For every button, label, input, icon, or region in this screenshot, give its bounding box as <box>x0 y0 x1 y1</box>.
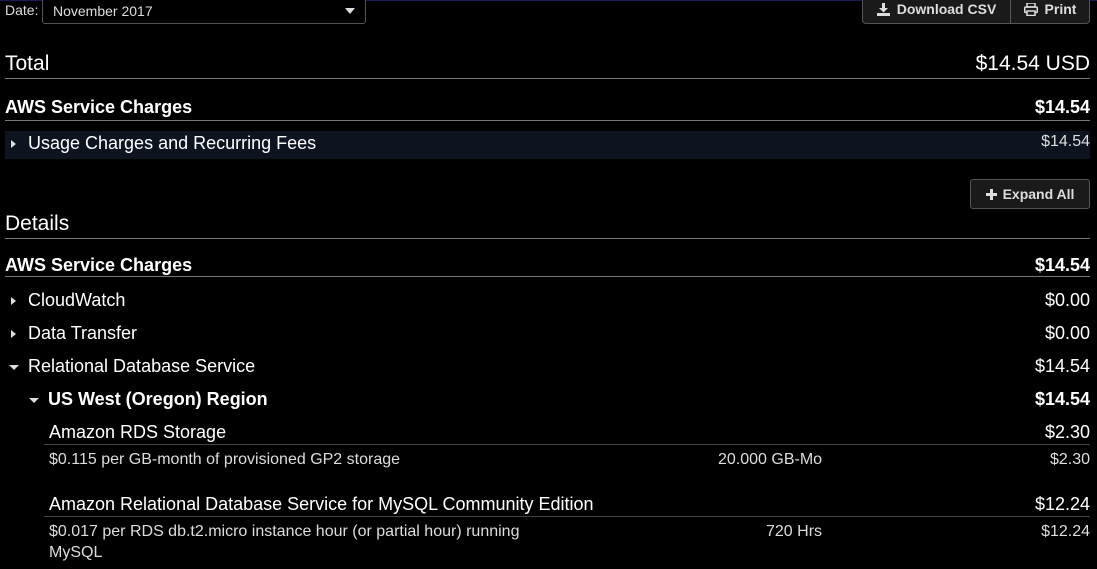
item-row-rds-mysql: Amazon Relational Database Service for M… <box>5 494 1090 516</box>
line-item-amount: $2.30 <box>1049 451 1090 468</box>
region-label: US West (Oregon) Region <box>48 389 268 409</box>
divider <box>5 238 1090 239</box>
item-amount: $2.30 <box>1044 422 1090 442</box>
item-label: Amazon RDS Storage <box>49 422 227 442</box>
download-icon <box>876 2 890 16</box>
divider <box>44 444 1090 445</box>
total-title: Total <box>5 52 50 75</box>
summary-service-amount: $14.54 <box>1034 97 1090 117</box>
service-row-cloudwatch[interactable]: CloudWatch $0.00 <box>5 290 1090 312</box>
print-button[interactable]: Print <box>1011 0 1090 24</box>
date-select[interactable]: November 2017 <box>42 0 366 24</box>
print-icon <box>1023 2 1038 16</box>
item-label: Amazon Relational Database Service for M… <box>49 494 594 514</box>
region-amount: $14.54 <box>1034 389 1090 409</box>
divider <box>5 276 1090 277</box>
line-item-description-cont: MySQL <box>49 544 103 561</box>
summary-service-row: AWS Service Charges $14.54 <box>5 97 1090 118</box>
print-label: Print <box>1044 1 1077 17</box>
service-row-data-transfer[interactable]: Data Transfer $0.00 <box>5 323 1090 345</box>
service-amount: $14.54 <box>1034 356 1090 376</box>
service-amount: $0.00 <box>1044 290 1090 310</box>
line-item-description: $0.115 per GB-month of provisioned GP2 s… <box>49 451 401 468</box>
line-item-row: $0.115 per GB-month of provisioned GP2 s… <box>5 451 1090 471</box>
divider <box>5 120 1090 121</box>
details-service-row: AWS Service Charges $14.54 <box>5 255 1090 276</box>
download-csv-button[interactable]: Download CSV <box>862 0 1011 24</box>
expand-all-label: Expand All <box>1002 186 1075 202</box>
summary-service-label: AWS Service Charges <box>5 97 193 117</box>
details-title-row: Details <box>5 212 1090 236</box>
usage-charges-label: Usage Charges and Recurring Fees <box>28 133 317 153</box>
date-label: Date: <box>5 2 39 18</box>
item-amount: $12.24 <box>1034 494 1090 514</box>
expand-all-button[interactable]: Expand All <box>970 179 1090 209</box>
line-item-quantity: 20.000 GB-Mo <box>718 451 823 468</box>
details-service-label: AWS Service Charges <box>5 255 193 275</box>
caret-right-icon <box>11 330 16 338</box>
caret-right-icon <box>11 297 16 305</box>
service-label: Data Transfer <box>28 323 138 343</box>
line-item-quantity: 720 Hrs <box>766 523 823 540</box>
export-button-group: Download CSV Print <box>862 0 1090 24</box>
service-label: CloudWatch <box>28 290 126 310</box>
service-amount: $0.00 <box>1044 323 1090 343</box>
date-select-value: November 2017 <box>53 3 153 19</box>
caret-right-icon <box>11 140 16 148</box>
caret-down-icon <box>29 398 39 403</box>
details-title: Details <box>5 212 70 235</box>
service-label: Relational Database Service <box>28 356 256 376</box>
caret-down-icon <box>9 365 19 370</box>
download-csv-label: Download CSV <box>896 1 997 17</box>
service-row-rds[interactable]: Relational Database Service $14.54 <box>5 356 1090 378</box>
usage-charges-amount: $14.54 <box>1041 133 1090 150</box>
item-row-rds-storage: Amazon RDS Storage $2.30 <box>5 422 1090 444</box>
chevron-down-icon <box>345 8 355 14</box>
line-item-amount: $12.24 <box>1041 523 1090 540</box>
details-service-amount: $14.54 <box>1034 255 1090 275</box>
line-item-row: $0.017 per RDS db.t2.micro instance hour… <box>5 523 1090 563</box>
total-amount: $14.54 USD <box>975 52 1090 75</box>
plus-icon <box>985 188 997 200</box>
region-row[interactable]: US West (Oregon) Region $14.54 <box>5 389 1090 411</box>
divider <box>5 78 1090 79</box>
total-row: Total $14.54 USD <box>5 52 1090 76</box>
divider <box>44 516 1090 517</box>
line-item-description: $0.017 per RDS db.t2.micro instance hour… <box>49 523 520 540</box>
